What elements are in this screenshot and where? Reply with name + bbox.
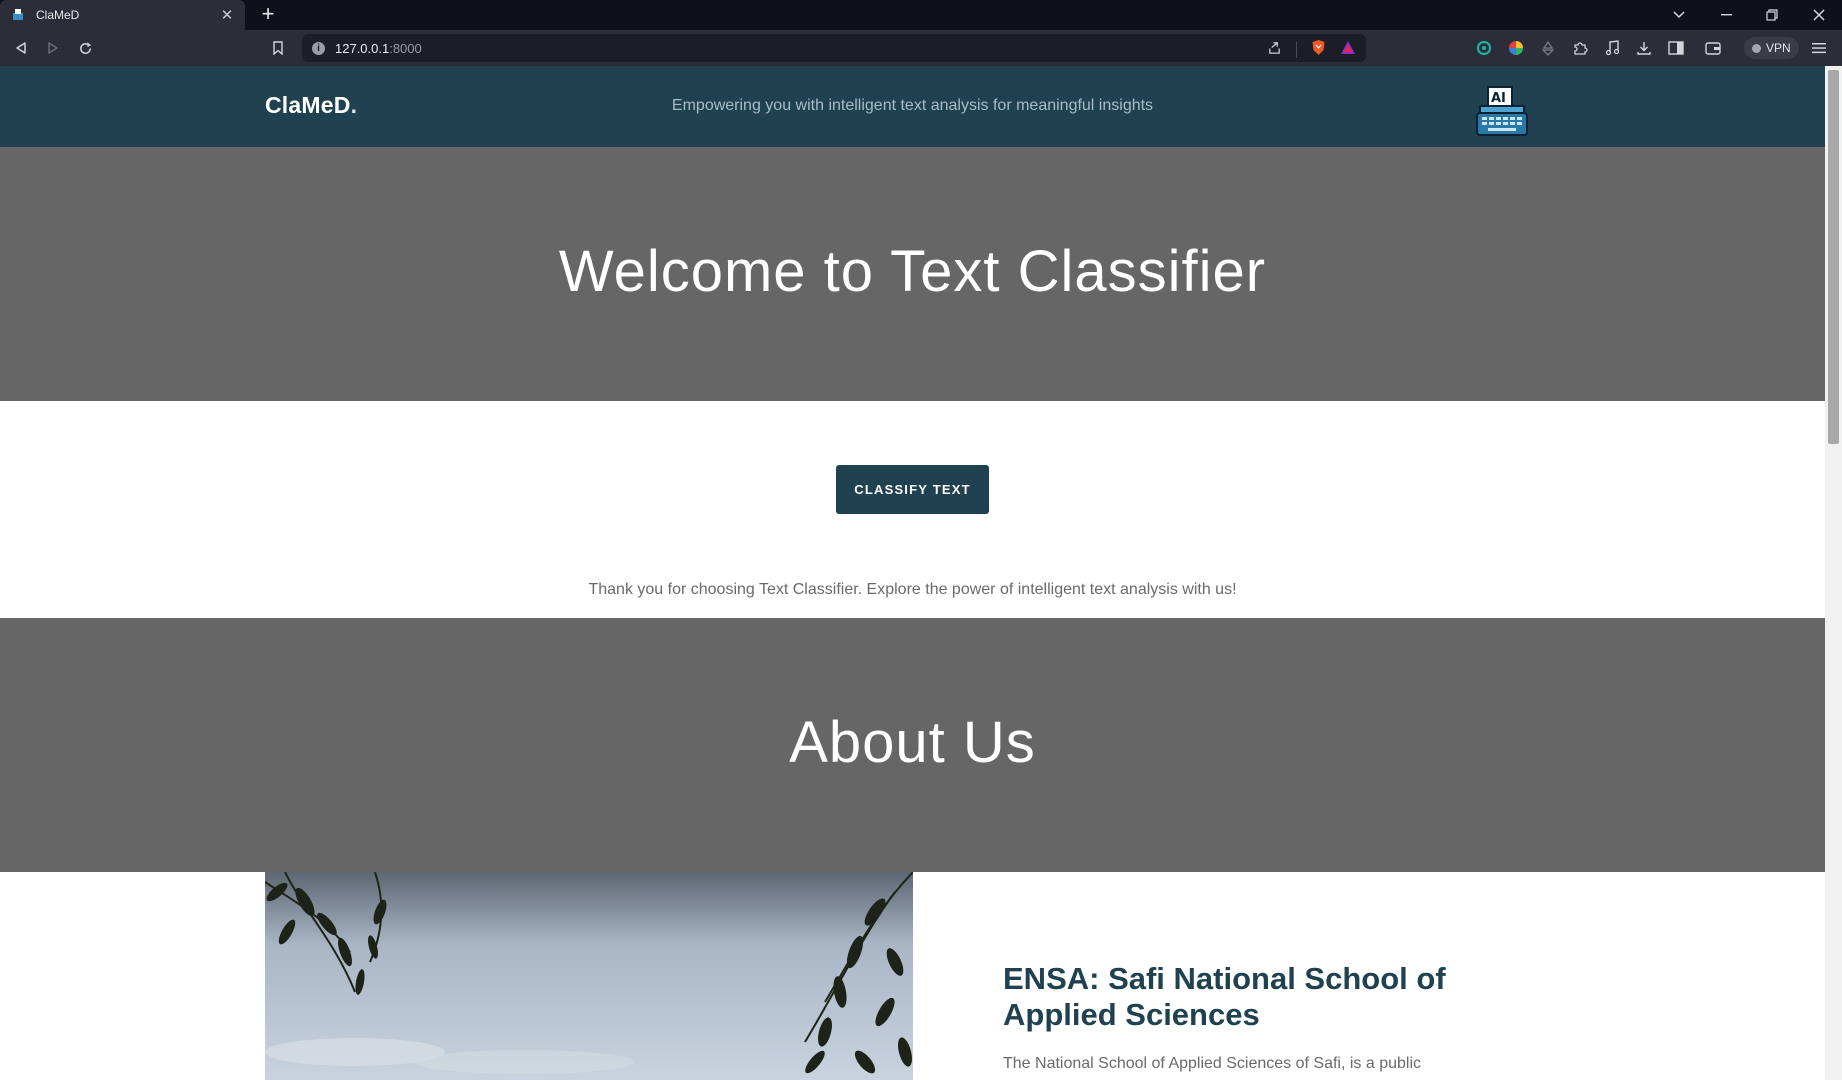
omnibox-divider [1296,42,1297,58]
wallet-icon[interactable] [1704,39,1722,57]
sidebar-toggle-icon[interactable] [1667,39,1685,57]
vpn-button[interactable]: VPN [1744,37,1799,59]
about-us-section: About Us [0,618,1825,872]
tab-search-chevron-icon[interactable] [1656,0,1702,30]
classify-text-button[interactable]: CLASSIFY TEXT [836,465,989,514]
logo-ai-text: AI [1491,91,1506,106]
extensions-puzzle-icon[interactable] [1571,39,1589,57]
address-bar[interactable]: i 127.0.0.1:8000 [302,34,1366,62]
forward-button[interactable] [41,36,65,60]
restore-button[interactable] [1749,0,1795,30]
tab-close-icon[interactable]: ✕ [219,6,235,24]
browser-tab[interactable]: ClaMeD ✕ [0,0,245,30]
site-favicon-icon [10,7,26,23]
media-music-icon[interactable] [1603,39,1621,57]
vpn-label: VPN [1766,41,1791,55]
share-icon[interactable] [1267,40,1282,60]
extension-recycle-icon[interactable] [1539,39,1557,57]
url-host: 127.0.0.1 [335,40,390,56]
vpn-status-icon [1752,43,1761,53]
menu-hamburger-icon[interactable] [1810,39,1828,57]
extension-color-icon[interactable] [1507,39,1525,57]
new-tab-button[interactable]: + [256,3,280,27]
page-viewport: ClaMeD. Empowering you with intelligent … [0,66,1842,1080]
browser-toolbar: i 127.0.0.1:8000 VPN [0,30,1842,66]
reload-button[interactable] [73,36,97,60]
about-us-heading: About Us [789,710,1036,775]
brave-shields-icon[interactable] [1311,39,1326,61]
site-header: ClaMeD. Empowering you with intelligent … [0,66,1825,147]
page-scrollbar[interactable] [1825,66,1842,1080]
downloads-icon[interactable] [1635,39,1653,57]
tab-title: ClaMeD [36,8,80,22]
site-tagline: Empowering you with intelligent text ana… [671,97,1154,114]
hero-heading: Welcome to Text Classifier [558,239,1267,304]
typewriter-ai-icon: AI [1474,84,1530,140]
thank-you-text: Thank you for choosing Text Classifier. … [588,581,1237,598]
back-button[interactable] [9,36,33,60]
extension-ai-icon[interactable] [1475,39,1493,57]
school-photo [265,872,913,1080]
window-close-button[interactable] [1796,0,1842,30]
brave-rewards-icon[interactable] [1340,40,1356,60]
bookmark-icon[interactable] [266,36,290,60]
url-port: :8000 [389,40,422,56]
browser-tab-bar: ClaMeD ✕ + [0,0,1842,30]
hero-section: Welcome to Text Classifier [0,147,1825,401]
site-info-icon[interactable]: i [312,41,325,55]
minimize-button[interactable] [1703,0,1749,30]
school-title: ENSA: Safi National School of Applied Sc… [1003,961,1446,1032]
school-description: The National School of Applied Sciences … [1003,1055,1422,1072]
scrollbar-thumb[interactable] [1828,70,1839,444]
